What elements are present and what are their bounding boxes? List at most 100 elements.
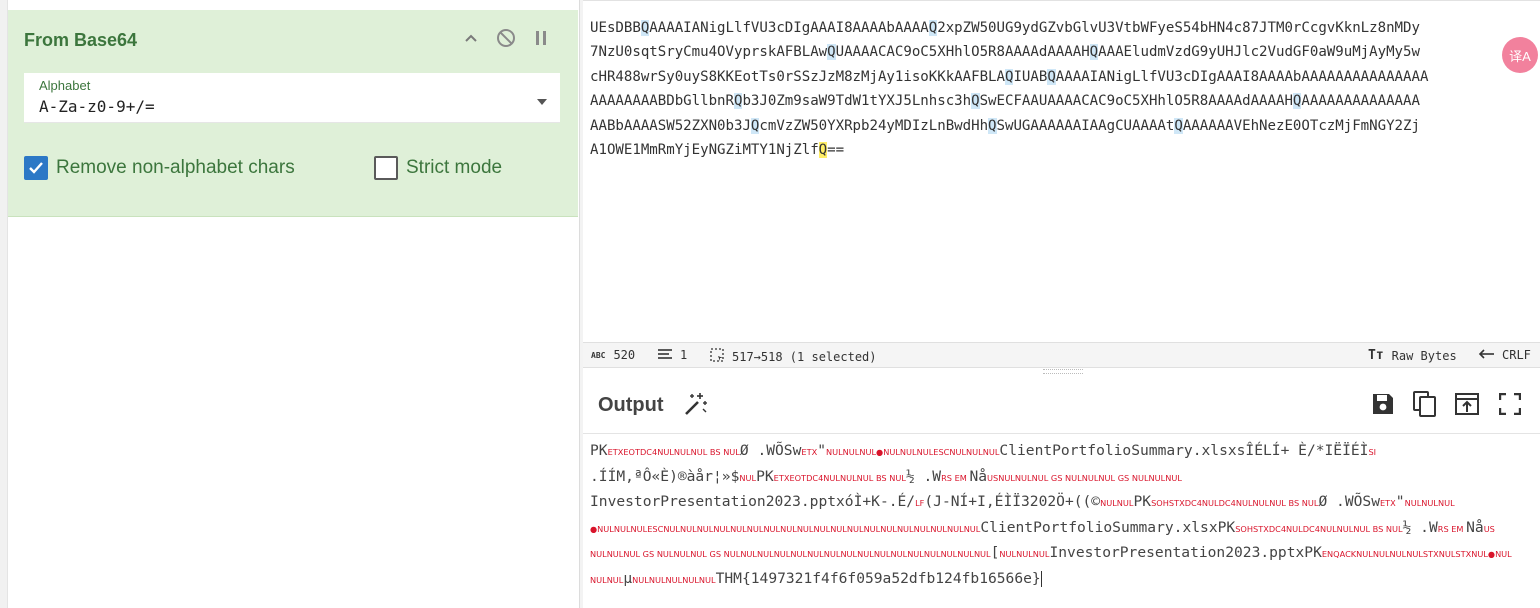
control-char: BS	[1285, 498, 1302, 509]
match-highlight: Q	[971, 93, 980, 110]
output-segment: THM{1497321f4f6f059a52dfb124fb16566e}	[715, 569, 1041, 587]
control-char: SOH	[1235, 523, 1253, 534]
output-segment: .ÍÍM,ªÔ«È)®àår¦»$	[590, 467, 740, 485]
remove-nonalpha-checkbox[interactable]: Remove non-alphabet chars	[24, 156, 295, 180]
match-highlight: Q	[1089, 44, 1099, 61]
control-char: NUL	[1031, 472, 1049, 483]
control-char: LF	[915, 498, 925, 509]
output-segment: ClientPortfolioSummary.xlsxsÎÉLÍ+ È/*IËÏ…	[999, 442, 1369, 459]
control-char: NUL	[723, 549, 741, 560]
input-textarea[interactable]: UEsDBBQAAAAIANigLlfVU3cDIgAAAI8AAAAbAAAA…	[583, 0, 1540, 343]
control-char: NUL	[982, 447, 1000, 457]
eol-label: CRLF	[1502, 348, 1531, 362]
operation-card-from-base64: From Base64 Alphabet A-Za-z0-9+/= Remove…	[8, 10, 578, 217]
control-char: DC4	[1218, 498, 1236, 509]
control-char: NUL	[807, 549, 824, 560]
control-char: NUL	[663, 523, 680, 534]
length-indicator: ABC 520	[591, 348, 635, 362]
output-text[interactable]: PKETXEOTDC4NULNULNUL BS NULØ .WÕSwETX"NU…	[590, 439, 1535, 593]
control-char: NUL	[648, 574, 666, 585]
control-char: NUL	[1116, 498, 1134, 509]
control-char: NUL	[1065, 472, 1082, 483]
match-highlight: Q	[640, 20, 650, 36]
control-char: NUL	[842, 447, 860, 457]
output-segment: InvestorPresentation2023.pptxóÌ+K-.É/	[590, 493, 916, 511]
encoding-selector[interactable]: Tт Raw Bytes	[1368, 348, 1457, 363]
replace-input-icon[interactable]	[1452, 389, 1482, 419]
output-segment: ClientPortfolioSummary.xlsxPK	[980, 518, 1236, 536]
pane-resize-handle[interactable]	[1043, 369, 1083, 374]
output-line: NULNULµNULNULNULNULNULTHM{1497321f4f6f05…	[590, 567, 1535, 593]
control-char: NUL	[947, 523, 964, 534]
control-char: NUL	[839, 472, 857, 483]
control-char: NUL	[899, 447, 917, 457]
control-char: NUL	[597, 523, 614, 534]
control-char: NUL	[1372, 549, 1390, 560]
control-char: NUL	[890, 549, 908, 560]
control-char: STX	[1455, 549, 1472, 560]
control-char: NUL	[1406, 549, 1423, 560]
strict-mode-checkbox[interactable]: Strict mode	[374, 156, 502, 180]
checkbox-checked-icon[interactable]	[24, 156, 48, 180]
output-textarea[interactable]: PKETXEOTDC4NULNULNUL BS NULØ .WÕSwETX"NU…	[583, 434, 1540, 608]
output-segment: "	[817, 442, 826, 459]
control-char: RS	[941, 472, 952, 483]
control-char: ETX	[607, 447, 624, 457]
match-highlight: Q	[733, 93, 743, 110]
control-char: NUL	[916, 447, 934, 457]
control-char: NUL	[590, 549, 607, 560]
input-text[interactable]: UEsDBBQAAAAIANigLlfVU3cDIgAAAI8AAAAbAAAA…	[590, 16, 1535, 162]
control-char: NUL	[1319, 523, 1337, 534]
control-char: SOH	[1151, 498, 1169, 509]
control-char: NUL	[723, 447, 740, 457]
control-char: NUL	[773, 549, 791, 560]
control-char: NUL	[1081, 472, 1099, 483]
control-char: EM	[951, 472, 970, 483]
control-char: NUL	[780, 523, 797, 534]
control-char: NUL	[713, 523, 731, 534]
text-encoding-icon: Tт	[1368, 348, 1384, 363]
input-line: UEsDBBQAAAAIANigLlfVU3cDIgAAAI8AAAAbAAAA…	[590, 20, 1420, 36]
control-char: DC4	[1184, 498, 1202, 509]
disable-icon[interactable]	[495, 27, 517, 49]
control-char: NUL	[857, 549, 874, 560]
control-char: NUL	[796, 523, 814, 534]
control-char: NUL	[763, 523, 781, 534]
save-icon[interactable]	[1368, 389, 1398, 419]
encoding-label: Raw Bytes	[1391, 348, 1457, 363]
alphabet-select[interactable]: Alphabet A-Za-z0-9+/=	[24, 73, 560, 123]
control-char: NUL	[907, 549, 924, 560]
pane-gutter	[0, 0, 8, 608]
selection-range: 517→518 (1 selected)	[732, 349, 877, 364]
input-lines: 1	[680, 348, 688, 362]
control-char: NUL	[657, 447, 674, 457]
magic-wand-icon[interactable]	[683, 391, 709, 422]
checkbox-unchecked-icon[interactable]	[374, 156, 398, 180]
return-arrow-icon	[1478, 348, 1494, 362]
copy-icon[interactable]	[1410, 389, 1440, 419]
selection-icon	[710, 348, 724, 365]
control-char: GS	[706, 549, 724, 560]
input-line: cHR488wrSy0uyS8KKEotTs0rSSzJzM8zMjAy1iso…	[590, 68, 1429, 85]
output-line: NULNULNUL GS NULNULNUL GS NULNULNULNULNU…	[590, 541, 1535, 567]
control-char: ETX	[773, 472, 790, 483]
output-line: PKETXEOTDC4NULNULNUL BS NULØ .WÕSwETX"NU…	[590, 439, 1535, 465]
control-char: NUL	[1131, 472, 1149, 483]
eol-selector[interactable]: CRLF	[1478, 348, 1531, 362]
text-cursor	[1040, 570, 1042, 587]
control-char: NUL	[1301, 498, 1319, 509]
output-segment: Ø .WÕSw	[739, 442, 802, 459]
control-char: NUL	[1336, 523, 1354, 534]
caret-down-icon[interactable]	[536, 93, 548, 111]
input-line: 7NzU0sqtSryCmu4OVyprskAFBLAwQUAAAACAC9oC…	[590, 44, 1420, 61]
chevron-up-icon[interactable]	[460, 27, 482, 49]
control-char: GS	[1115, 472, 1132, 483]
translate-badge[interactable]: 译A	[1502, 37, 1538, 73]
match-highlight: Q	[827, 44, 836, 61]
control-char: ACK	[1339, 549, 1357, 560]
maximise-icon[interactable]	[1495, 389, 1525, 419]
control-char: NUL	[859, 447, 877, 457]
output-segment: PK	[1133, 493, 1152, 511]
control-char: SI	[1368, 447, 1377, 457]
pause-icon[interactable]	[530, 27, 552, 49]
